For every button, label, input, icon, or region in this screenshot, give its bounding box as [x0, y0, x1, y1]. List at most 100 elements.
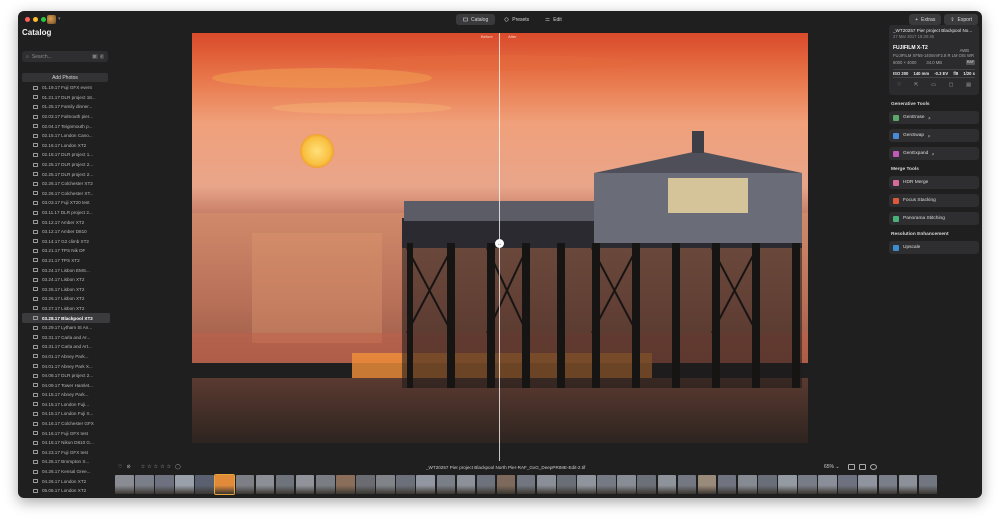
filmstrip-thumbnail[interactable]: [135, 475, 154, 494]
sidebar-album-item[interactable]: 03.12.17 Amber XT2: [22, 217, 110, 227]
filmstrip-thumbnail[interactable]: [496, 475, 516, 494]
sidebar-album-item[interactable]: 02.03.17 Falmouth pier...: [22, 112, 110, 122]
sidebar-album-item[interactable]: 03.03.17 Fuji XT20 test: [22, 198, 110, 208]
filmstrip-thumbnail[interactable]: [315, 475, 335, 494]
sidebar-album-item[interactable]: 03.31.17 Carla and Art...: [22, 342, 110, 352]
sidebar-album-item[interactable]: 04.08.17 DLR project 2...: [22, 371, 110, 381]
filmstrip-thumbnail[interactable]: [717, 475, 737, 494]
sidebar-album-item[interactable]: 03.28.17 Blackpool XT2: [22, 313, 110, 323]
sidebar-album-item[interactable]: 02.04.17 Teignmouth p...: [22, 121, 110, 131]
sidebar-album-item[interactable]: 02.25.17 DLR project 2...: [22, 160, 110, 170]
reject-icon[interactable]: ⊘: [126, 464, 130, 470]
sidebar-album-item[interactable]: 03.21.17 TPS XT2: [22, 256, 110, 266]
filmstrip-thumbnail[interactable]: [516, 475, 536, 494]
star-icon[interactable]: ☆: [154, 464, 158, 470]
sidebar-album-item[interactable]: 01.19.17 Fuji GFX event: [22, 83, 110, 93]
sidebar-album-item[interactable]: 02.25.17 DLR project 2...: [22, 169, 110, 179]
filmstrip-thumbnail[interactable]: [416, 475, 435, 494]
sidebar-album-item[interactable]: 03.25.17 Lisbon XT2: [22, 284, 110, 294]
sidebar-album-item[interactable]: 04.25.17 Brompton X...: [22, 457, 110, 467]
tab-edit[interactable]: Edit: [538, 14, 569, 25]
export-button[interactable]: ⇪ Export: [944, 14, 978, 25]
zoom-dropdown[interactable]: 65% ⌄: [824, 464, 840, 470]
star-icon[interactable]: ☆: [141, 464, 145, 470]
tool-button-generase[interactable]: GenErase β: [889, 111, 979, 124]
minimize-window-button[interactable]: [33, 17, 38, 22]
filmstrip-thumbnail[interactable]: [758, 475, 777, 494]
filmstrip-thumbnail[interactable]: [637, 475, 657, 494]
extras-button[interactable]: + Extras: [909, 14, 942, 25]
filmstrip-thumbnail[interactable]: [275, 475, 295, 494]
sidebar-album-item[interactable]: 04.15.17 London Fuji X...: [22, 409, 110, 419]
filmstrip-thumbnail[interactable]: [617, 475, 636, 494]
sidebar-album-item[interactable]: 03.14.17 G2 climb XT2: [22, 237, 110, 247]
sidebar-album-item[interactable]: 04.01.17 Abney Park...: [22, 352, 110, 362]
tool-button-genexpand[interactable]: GenExpand β: [889, 147, 979, 160]
filmstrip-thumbnail[interactable]: [597, 475, 616, 494]
sidebar-album-item[interactable]: 02.26.17 Colchester XT2: [22, 179, 110, 189]
star-icon[interactable]: ☆: [147, 464, 151, 470]
sidebar-album-item[interactable]: 02.16.17 London XT2: [22, 141, 110, 151]
filmstrip-thumbnail[interactable]: [436, 475, 456, 494]
delete-icon[interactable]: ▤: [966, 82, 971, 88]
sidebar-album-item[interactable]: 04.18.17 Nikon D810 G...: [22, 438, 110, 448]
sidebar-album-item[interactable]: 04.15.17 London Fuji...: [22, 400, 110, 410]
add-photos-button[interactable]: Add Photos: [22, 73, 108, 82]
tab-presets[interactable]: Presets: [497, 14, 536, 25]
filmstrip-thumbnail[interactable]: [737, 475, 757, 494]
sidebar-album-item[interactable]: 05.06.17 London XT2: [22, 486, 110, 496]
tool-button-panorama-stitching[interactable]: Panorama Stitching: [889, 212, 979, 225]
tool-button-genswap[interactable]: GenSwap β: [889, 129, 979, 142]
filmstrip-thumbnail[interactable]: [336, 475, 355, 494]
sidebar-album-item[interactable]: 03.24.17 Lisbon XT2: [22, 275, 110, 285]
filmstrip-thumbnail[interactable]: [838, 475, 857, 494]
tool-button-hdr-merge[interactable]: HDR Merge: [889, 176, 979, 189]
star-rating[interactable]: ☆ ☆ ☆ ☆ ☆: [141, 464, 171, 470]
filmstrip-thumbnail[interactable]: [255, 475, 275, 494]
eye-icon[interactable]: [870, 464, 877, 470]
sidebar-album-item[interactable]: 01.21.17 DLR project 18...: [22, 93, 110, 103]
sidebar-album-item[interactable]: 03.24.17 Lisbon EMS...: [22, 265, 110, 275]
sidebar-album-item[interactable]: 04.15.17 Abney Park...: [22, 390, 110, 400]
sidebar-album-item[interactable]: 03.29.17 Lytham St An...: [22, 323, 110, 333]
search-input[interactable]: ⌕ Search... ⌘ F: [22, 51, 108, 62]
filmstrip-thumbnail[interactable]: [536, 475, 556, 494]
filmstrip-thumbnail[interactable]: [235, 475, 255, 494]
color-label-icon[interactable]: ◯: [175, 464, 181, 470]
filmstrip-thumbnail[interactable]: [115, 475, 134, 494]
share-icon[interactable]: ⇱: [914, 82, 918, 88]
sidebar-album-item[interactable]: 01.25.17 Family dinner...: [22, 102, 110, 112]
filmstrip-thumbnail[interactable]: [456, 475, 476, 494]
sidebar-album-item[interactable]: 02.26.17 Colchester XT...: [22, 189, 110, 199]
filmstrip-thumbnail[interactable]: [818, 475, 837, 494]
filmstrip-thumbnail[interactable]: [396, 475, 415, 494]
filmstrip-thumbnail[interactable]: [858, 475, 878, 494]
heart-icon[interactable]: ♡: [118, 464, 122, 470]
tool-button-upscale[interactable]: Upscale: [889, 241, 979, 254]
sidebar-album-item[interactable]: 04.26.17 Kensal Gree...: [22, 467, 110, 477]
filmstrip-thumbnail[interactable]: [155, 475, 174, 494]
sidebar-album-item[interactable]: 03.31.17 Carla and Ar...: [22, 332, 110, 342]
sidebar-album-item[interactable]: 04.01.17 Abney Park X...: [22, 361, 110, 371]
sidebar-album-item[interactable]: 04.09.17 Tower Hamlet...: [22, 380, 110, 390]
sidebar-album-item[interactable]: 05.08.17 Auckland W...: [22, 496, 110, 499]
favorite-icon[interactable]: ♡: [897, 82, 901, 88]
single-view-icon[interactable]: [848, 464, 855, 470]
sidebar-album-item[interactable]: 04.26.17 London XT2: [22, 476, 110, 486]
filmstrip-thumbnail[interactable]: [356, 475, 375, 494]
photo-preview[interactable]: [192, 33, 808, 443]
tool-button-focus-stacking[interactable]: Focus Stacking: [889, 194, 979, 207]
filmstrip-thumbnail[interactable]: [577, 475, 596, 494]
app-menu-chevron-icon[interactable]: ▾: [58, 16, 61, 22]
filmstrip-thumbnail[interactable]: [175, 475, 194, 494]
filmstrip-thumbnail[interactable]: [214, 474, 236, 495]
sidebar-album-item[interactable]: 03.26.17 Lisbon XT2: [22, 294, 110, 304]
compare-icon[interactable]: ▭: [931, 82, 936, 88]
sidebar-album-item[interactable]: 03.12.17 Amber D810: [22, 227, 110, 237]
star-icon[interactable]: ☆: [160, 464, 164, 470]
filmstrip-thumbnail[interactable]: [376, 475, 395, 494]
filmstrip-thumbnail[interactable]: [476, 475, 496, 494]
divider-handle[interactable]: ↔: [495, 239, 504, 248]
filmstrip-thumbnail[interactable]: [295, 475, 315, 494]
filmstrip-thumbnail[interactable]: [778, 475, 797, 494]
